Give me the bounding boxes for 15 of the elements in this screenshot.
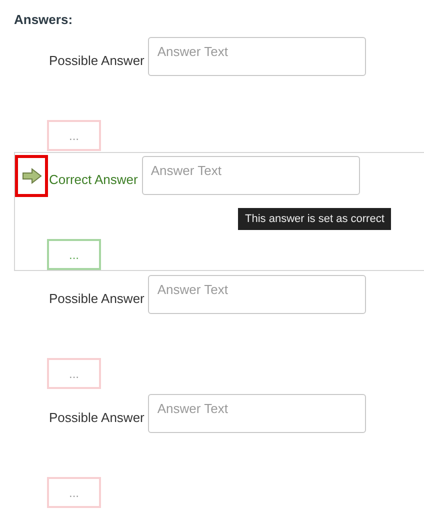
answer-label: Possible Answer [49, 53, 144, 68]
answer-text-field[interactable]: Answer Text [148, 394, 366, 433]
answer-text-field[interactable]: Answer Text [148, 37, 366, 76]
answer-label: Possible Answer [49, 291, 144, 306]
more-button[interactable]: ... [47, 358, 101, 389]
answer-label: Possible Answer [49, 410, 144, 425]
more-button[interactable]: ... [47, 477, 101, 508]
tooltip: This answer is set as correct [238, 208, 392, 230]
answer-text-field[interactable]: Answer Text [142, 156, 360, 195]
arrow-icon[interactable] [22, 168, 42, 184]
answer-label: Correct Answer [49, 172, 138, 187]
more-button[interactable]: ... [47, 239, 101, 270]
answers-heading: Answers: [13, 11, 74, 29]
more-button[interactable]: ... [47, 120, 101, 151]
answer-text-field[interactable]: Answer Text [148, 275, 366, 314]
